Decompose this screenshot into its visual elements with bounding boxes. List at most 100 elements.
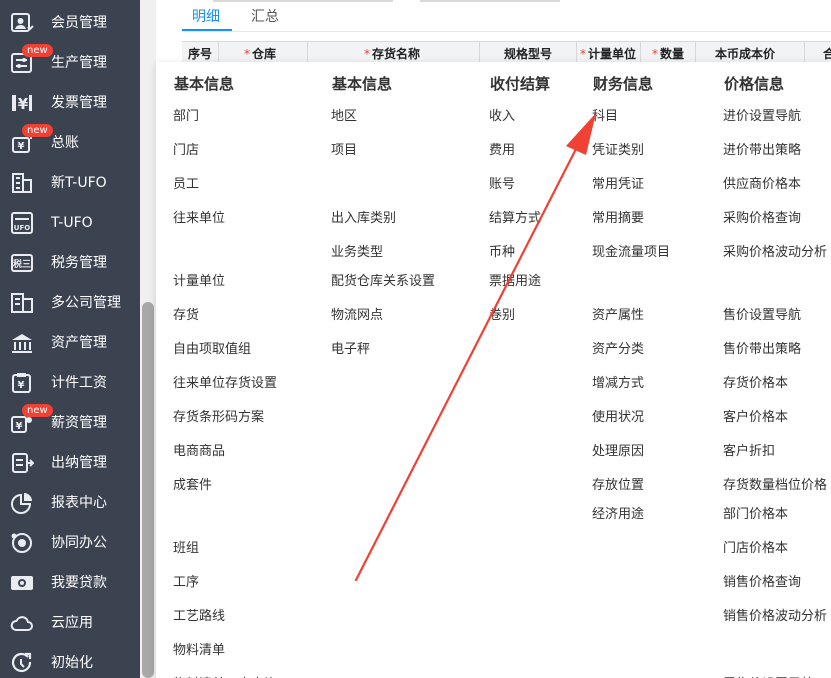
sidebar-item[interactable]: ¥ 总账 new (0, 123, 140, 163)
menu-item[interactable]: 计量单位 (173, 274, 225, 290)
menu-item[interactable]: 配货仓库关系设置 (331, 274, 435, 290)
sidebar-item[interactable]: 我要贷款 (0, 563, 140, 603)
sidebar-item-label: 新T-UFO (51, 175, 107, 191)
sidebar-item[interactable]: 云应用 (0, 603, 140, 643)
menu-item[interactable]: 币种 (489, 245, 515, 261)
new-badge: new (22, 124, 53, 137)
sidebar-item[interactable]: ¥ 计件工资 (0, 363, 140, 403)
menu-item[interactable]: 增减方式 (592, 376, 644, 392)
menu-item[interactable]: 采购价格查询 (723, 211, 801, 227)
sidebar-item-label: 税务管理 (51, 255, 107, 271)
col-header-unit[interactable]: * 计量单位 (580, 46, 636, 62)
tab-detail[interactable]: 明细 (192, 8, 220, 26)
sidebar-item[interactable]: 协同办公 (0, 523, 140, 563)
column-divider (576, 42, 577, 62)
col-header-unit-cost[interactable]: 本币成本价 (715, 46, 775, 62)
menu-item[interactable]: 存货数量档位价格 (723, 478, 827, 494)
col-header-spec[interactable]: 规格型号 (504, 46, 552, 62)
sidebar-item[interactable]: 生产管理 new (0, 43, 140, 83)
sidebar-item[interactable]: 多公司管理 (0, 283, 140, 323)
col-header-warehouse[interactable]: * 仓库 (244, 46, 276, 62)
menu-item[interactable]: 自由项取值组 (173, 342, 251, 358)
menu-item[interactable]: 出入库类别 (331, 211, 396, 227)
sidebar-item[interactable]: 新T-UFO (0, 163, 140, 203)
menu-item[interactable]: 凭证类别 (592, 143, 644, 159)
sidebar-item-label: 云应用 (51, 615, 93, 631)
menu-item[interactable]: 存货条形码方案 (173, 410, 264, 426)
menu-item[interactable]: 往来单位 (173, 211, 225, 227)
menu-item[interactable]: 供应商价格本 (723, 177, 801, 193)
menu-item[interactable]: 进价设置导航 (723, 109, 801, 125)
menu-item[interactable]: 账号 (489, 177, 515, 193)
menu-item[interactable]: 处理原因 (592, 444, 644, 460)
menu-item[interactable]: 存放位置 (592, 478, 644, 494)
svg-text:¥: ¥ (16, 421, 23, 432)
menu-item[interactable]: 采购价格波动分析 (723, 245, 827, 261)
sidebar-item[interactable]: UFO T-UFO (0, 203, 140, 243)
menu-item[interactable]: 班组 (173, 541, 199, 557)
sidebar-item[interactable]: 税三 税务管理 (0, 243, 140, 283)
menu-item[interactable]: 电商商品 (173, 444, 225, 460)
menu-item[interactable]: 存货价格本 (723, 376, 788, 392)
menu-item[interactable]: 工序 (173, 575, 199, 591)
menu-item[interactable]: 使用状况 (592, 410, 644, 426)
sidebar-item[interactable]: 初始化 (0, 643, 140, 678)
menu-item[interactable]: 部门价格本 (723, 507, 788, 523)
sidebar-item-label: 薪资管理 (51, 415, 107, 431)
menu-item[interactable]: 客户价格本 (723, 410, 788, 426)
menu-item[interactable]: 业务类型 (331, 245, 383, 261)
menu-item[interactable]: 客户折扣 (723, 444, 775, 460)
menu-item[interactable]: 常用摘要 (592, 211, 644, 227)
menu-item[interactable]: 往来单位存货设置 (173, 376, 277, 392)
column-divider (307, 42, 308, 62)
bank-icon (10, 332, 34, 354)
menu-item[interactable]: 员工 (173, 177, 199, 193)
menu-item[interactable]: 存货 (173, 308, 199, 324)
menu-item[interactable]: 物料清单 (173, 643, 225, 659)
menu-item[interactable]: 门店价格本 (723, 541, 788, 557)
menu-item[interactable]: 成套件 (173, 478, 212, 494)
menu-item[interactable]: 物流网点 (331, 308, 383, 324)
menu-item[interactable]: 资产分类 (592, 342, 644, 358)
column-divider (218, 42, 219, 62)
menu-item[interactable]: 售价带出策略 (723, 342, 801, 358)
menu-item[interactable]: 项目 (331, 143, 357, 159)
menu-item[interactable]: 现金流量项目 (592, 245, 670, 261)
menu-item[interactable]: 工艺路线 (173, 609, 225, 625)
sidebar-item[interactable]: 资产管理 (0, 323, 140, 363)
sidebar-item[interactable]: ¥ 发票管理 (0, 83, 140, 123)
menu-item[interactable]: 销售价格波动分析 (723, 609, 827, 625)
menu-column-title: 财务信息 (593, 75, 654, 93)
menu-item[interactable]: 收入 (489, 109, 515, 125)
menu-item[interactable]: 进价带出策略 (723, 143, 801, 159)
tab-summary[interactable]: 汇总 (251, 8, 279, 26)
menu-item[interactable]: 资产属性 (592, 308, 644, 324)
col-header-item-name[interactable]: * 存货名称 (364, 46, 420, 62)
menu-item[interactable]: 销售价格查询 (723, 575, 801, 591)
sidebar-scrollbar-thumb[interactable] (142, 302, 154, 678)
menu-item[interactable]: 费用 (489, 143, 515, 159)
menu-item[interactable]: 结算方式 (489, 211, 541, 227)
menu-item[interactable]: 卷别 (489, 308, 515, 324)
menu-item[interactable]: 售价设置导航 (723, 308, 801, 324)
sidebar-item-label: 初始化 (51, 655, 93, 671)
menu-item[interactable]: 常用凭证 (592, 177, 644, 193)
col-header-quantity[interactable]: * 数量 (652, 46, 684, 62)
sidebar-item[interactable]: ¥ 薪资管理 new (0, 403, 140, 443)
menu-item[interactable]: 部门 (173, 109, 199, 125)
col-header-seq[interactable]: 序号 (188, 46, 212, 62)
menu-item[interactable]: 门店 (173, 143, 199, 159)
sidebar-item[interactable]: 出纳管理 (0, 443, 140, 483)
sidebar-item-label: 报表中心 (51, 495, 107, 511)
menu-item[interactable]: 科目 (592, 109, 618, 125)
sidebar-item-label: 发票管理 (51, 95, 107, 111)
menu-item[interactable]: 电子秤 (331, 342, 370, 358)
menu-item[interactable]: 经济用途 (592, 507, 644, 523)
col-header-more[interactable]: 合 (823, 46, 831, 62)
sidebar-item-label: 我要贷款 (51, 575, 107, 591)
grid-header: 序号 *仓库 *存货名称 规格型号 *计量单位 *数量 本币成本价 合 (182, 41, 831, 62)
sidebar-item[interactable]: 报表中心 (0, 483, 140, 523)
menu-item[interactable]: 地区 (331, 109, 357, 125)
sidebar-item[interactable]: 会员管理 (0, 3, 140, 43)
menu-item[interactable]: 票据用途 (489, 274, 541, 290)
